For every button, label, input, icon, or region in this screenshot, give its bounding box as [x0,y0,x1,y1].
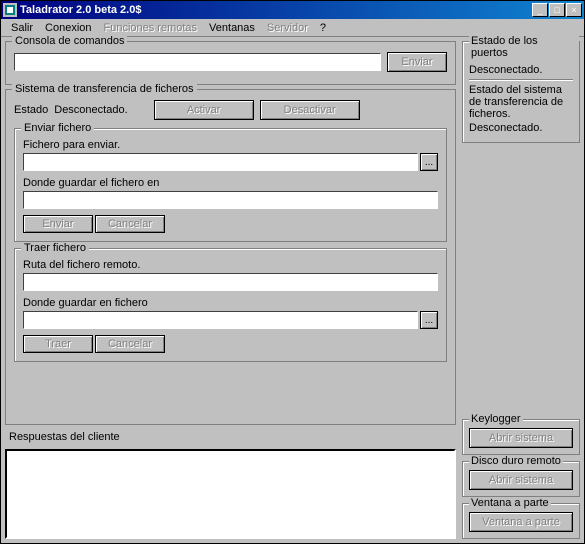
cancelar-traer-button[interactable]: Cancelar [95,335,165,353]
estado-label: Estado [14,104,48,116]
keylogger-group: Keylogger Abrir sistema [462,419,580,455]
disco-abrir-button[interactable]: Abrir sistema [469,470,573,490]
consola-input[interactable] [14,53,381,71]
menu-funciones[interactable]: Funciones remotas [98,20,204,36]
traer-fichero-legend: Traer fichero [21,242,89,254]
menu-servidor[interactable]: Servidor [261,20,314,36]
traer-fichero-group: Traer fichero Ruta del fichero remoto. D… [14,248,447,362]
disco-group: Disco duro remoto Abrir sistema [462,461,580,497]
left-column: Consola de comandos Enviar Sistema de tr… [5,41,456,539]
donde-guardar-traer-input[interactable] [23,311,418,329]
estado-sistema-label: Estado del sistema de transferencia de f… [469,84,573,120]
ventana-abrir-button[interactable]: Ventana a parte [469,512,573,532]
main-window: Taladrator 2.0 beta 2.0$ _ □ × Salir Con… [0,0,585,544]
disco-legend: Disco duro remoto [469,455,563,467]
enviar-button[interactable]: Enviar [23,215,93,233]
fichero-enviar-input[interactable] [23,153,418,171]
window-controls: _ □ × [532,3,582,17]
ruta-remoto-label: Ruta del fichero remoto. [23,259,438,271]
keylogger-abrir-button[interactable]: Abrir sistema [469,428,573,448]
browse-enviar-button[interactable]: ... [420,153,438,171]
estado-puertos-group: Estado de los puertos Estado de conexion… [462,41,580,143]
titlebar: Taladrator 2.0 beta 2.0$ _ □ × [1,1,584,19]
menu-conexion[interactable]: Conexion [39,20,97,36]
browse-traer-button[interactable]: ... [420,311,438,329]
transferencia-legend: Sistema de transferencia de ficheros [12,83,197,95]
keylogger-legend: Keylogger [469,413,523,425]
consola-group: Consola de comandos Enviar [5,41,456,85]
donde-guardar-enviar-input[interactable] [23,191,438,209]
menu-ventanas[interactable]: Ventanas [203,20,261,36]
respuestas-label: Respuestas del cliente [5,429,456,445]
divider [469,79,573,81]
donde-guardar-enviar-label: Donde guardar el fichero en [23,177,438,189]
window-title: Taladrator 2.0 beta 2.0$ [20,4,532,16]
minimize-button[interactable]: _ [532,3,548,17]
estado-value: Desconectado. [54,104,127,116]
consola-enviar-button[interactable]: Enviar [387,52,447,72]
respuestas-textarea[interactable] [5,449,456,539]
fichero-para-enviar-label: Fichero para enviar. [23,139,438,151]
cancelar-enviar-button[interactable]: Cancelar [95,215,165,233]
enviar-fichero-group: Enviar fichero Fichero para enviar. ... … [14,128,447,242]
traer-button[interactable]: Traer [23,335,93,353]
app-icon [3,3,17,17]
ventana-legend: Ventana a parte [469,497,551,509]
estado-puertos-legend: Estado de los puertos [469,35,579,59]
maximize-button[interactable]: □ [549,3,565,17]
close-button[interactable]: × [566,3,582,17]
estado-sistema-value: Desconectado. [469,122,573,134]
activar-button[interactable]: Activar [154,100,254,120]
menu-help[interactable]: ? [314,20,332,36]
ruta-remoto-input[interactable] [23,273,438,291]
estado-conexion-value: Desconectado. [469,64,573,76]
consola-legend: Consola de comandos [12,35,127,47]
desactivar-button[interactable]: Desactivar [260,100,360,120]
right-column: Estado de los puertos Estado de conexion… [462,41,580,539]
client-area: Consola de comandos Enviar Sistema de tr… [1,37,584,543]
spacer [462,149,580,413]
transferencia-group: Sistema de transferencia de ficheros Est… [5,89,456,425]
ventana-group: Ventana a parte Ventana a parte [462,503,580,539]
menu-salir[interactable]: Salir [5,20,39,36]
donde-guardar-traer-label: Donde guardar en fichero [23,297,438,309]
enviar-fichero-legend: Enviar fichero [21,122,94,134]
